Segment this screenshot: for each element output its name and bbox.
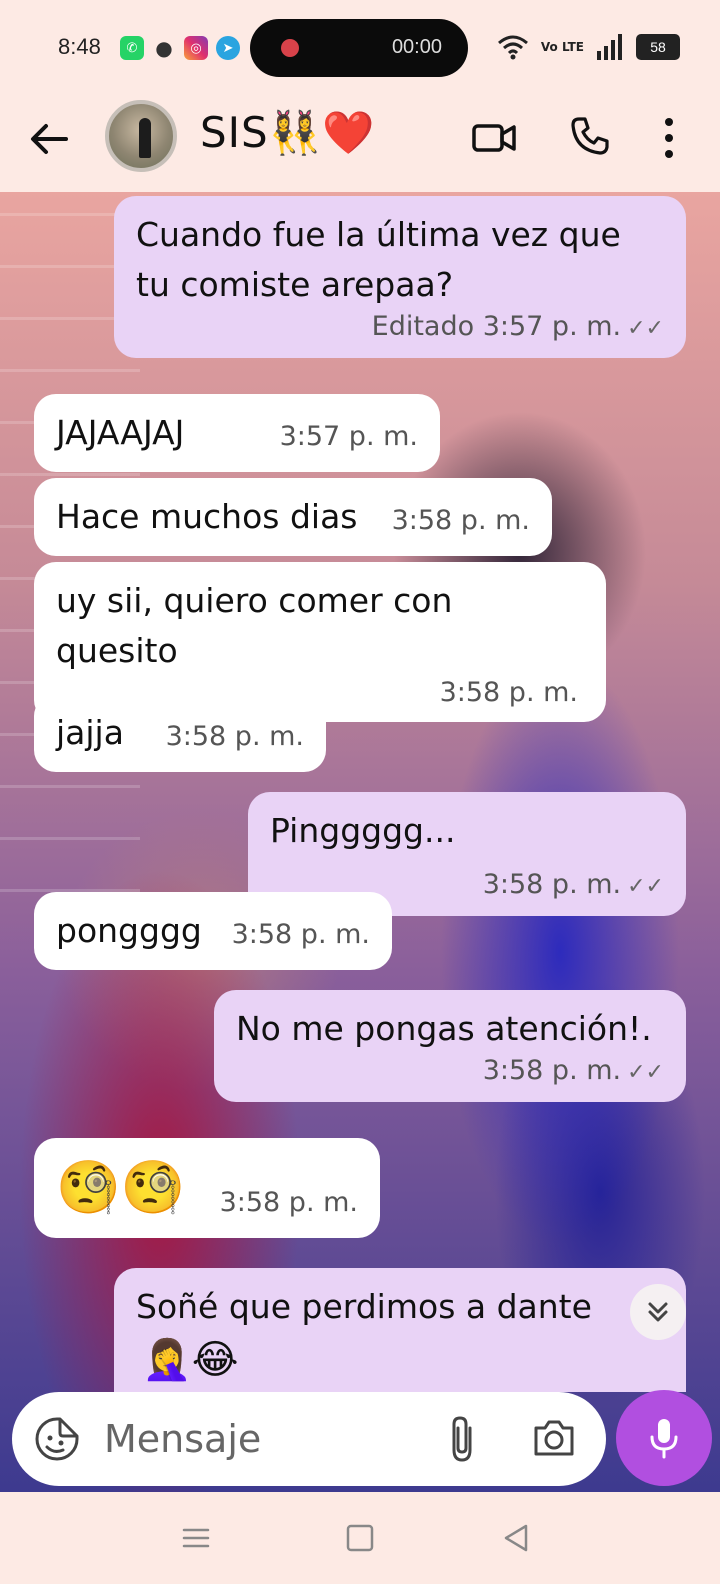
wifi-icon xyxy=(497,35,528,60)
chat-bubble-icon: ● xyxy=(155,36,173,60)
message-timestamp: Editado 3:57 p. m. xyxy=(371,311,622,342)
message-text: Soñé que perdimos a dante xyxy=(136,1287,592,1326)
home-icon[interactable] xyxy=(340,1520,380,1556)
message-timestamp: 3:57 p. m. xyxy=(279,421,418,452)
message-timestamp: 3:58 p. m. xyxy=(231,919,370,950)
system-status: Vo LTE 58 xyxy=(497,34,680,60)
message-emoji: 🧐🧐 xyxy=(56,1158,186,1218)
record-dot-icon xyxy=(281,39,299,57)
contact-name[interactable]: SIS👯‍♀️❤️ xyxy=(200,108,375,158)
message-bubble-incoming[interactable]: JAJAAJAJ 3:57 p. m. xyxy=(34,394,440,472)
message-bubble-outgoing[interactable]: No me pongas atención!. 3:58 p. m. ✓✓ xyxy=(214,990,686,1102)
volte-indicator: Vo LTE xyxy=(540,40,584,54)
status-bar: 8:48 ✆ ● ◎ ➤ 00:00 Vo LTE 58 xyxy=(0,0,720,96)
camera-icon[interactable] xyxy=(532,1418,576,1458)
message-text: No me pongas atención!. xyxy=(236,1009,652,1048)
microphone-icon xyxy=(650,1419,678,1459)
recent-apps-icon[interactable] xyxy=(176,1520,216,1556)
message-composer xyxy=(12,1392,606,1486)
message-bubble-incoming[interactable]: pongggg 3:58 p. m. xyxy=(34,892,392,970)
contact-avatar[interactable] xyxy=(105,100,177,172)
phone-call-icon[interactable] xyxy=(570,116,610,156)
message-text: jajja xyxy=(56,713,124,752)
notification-icons: ✆ ● ◎ ➤ xyxy=(120,36,240,60)
scroll-to-bottom-button[interactable] xyxy=(630,1284,686,1340)
message-timestamp: 3:58 p. m. xyxy=(219,1187,358,1218)
message-timestamp: 3:58 p. m. xyxy=(482,869,622,900)
attach-paperclip-icon[interactable] xyxy=(444,1414,482,1464)
message-text: Cuando fue la última vez que tu comiste … xyxy=(136,215,621,304)
video-call-icon[interactable] xyxy=(472,118,516,158)
telegram-icon: ➤ xyxy=(216,36,240,60)
message-timestamp: 3:58 p. m. xyxy=(165,721,304,752)
instagram-icon: ◎ xyxy=(184,36,208,60)
message-bubble-incoming[interactable]: Hace muchos dias 3:58 p. m. xyxy=(34,478,552,556)
message-text: JAJAAJAJ xyxy=(56,413,185,452)
message-text: uy sii, quiero comer con quesito xyxy=(56,581,453,670)
message-bubble-outgoing[interactable]: Cuando fue la última vez que tu comiste … xyxy=(114,196,686,358)
back-triangle-icon[interactable] xyxy=(496,1520,536,1556)
message-emoji-partial: 🤦‍♀️😂 xyxy=(142,1337,239,1383)
back-arrow-icon[interactable] xyxy=(28,118,70,160)
message-meta: Editado 3:57 p. m. ✓✓ xyxy=(136,312,664,344)
message-meta: 3:58 p. m. ✓✓ xyxy=(236,1056,664,1088)
avatar-photo xyxy=(139,118,151,158)
message-bubble-incoming[interactable]: 🧐🧐 3:58 p. m. xyxy=(34,1138,380,1238)
more-options-icon[interactable] xyxy=(662,116,676,160)
message-text: Hace muchos dias xyxy=(56,497,358,536)
message-text: Pinggggg... xyxy=(270,811,456,850)
message-input[interactable] xyxy=(104,1410,424,1468)
sticker-emoji-icon[interactable] xyxy=(34,1416,80,1462)
read-ticks-icon: ✓✓ xyxy=(627,316,664,341)
signal-icon xyxy=(597,34,622,60)
recording-time: 00:00 xyxy=(391,36,442,58)
message-bubble-incoming[interactable]: jajja 3:58 p. m. xyxy=(34,694,326,772)
message-timestamp: 3:58 p. m. xyxy=(391,505,530,536)
message-timestamp: 3:58 p. m. xyxy=(482,1055,622,1086)
message-text: pongggg xyxy=(56,911,202,950)
chat-area[interactable]: Cuando fue la última vez que tu comiste … xyxy=(0,192,720,1492)
message-meta: 3:58 p. m. ✓✓ xyxy=(483,870,664,902)
whatsapp-icon: ✆ xyxy=(120,36,144,60)
message-bubble-outgoing[interactable]: Soñé que perdimos a dante 🤦‍♀️😂 xyxy=(114,1268,686,1392)
voice-message-button[interactable] xyxy=(616,1390,712,1486)
status-time: 8:48 xyxy=(58,34,101,59)
screen-record-pill[interactable]: 00:00 xyxy=(250,19,468,77)
battery-indicator: 58 xyxy=(636,34,680,60)
system-navigation-bar xyxy=(0,1492,720,1584)
chat-header: SIS👯‍♀️❤️ xyxy=(0,96,720,192)
read-ticks-icon: ✓✓ xyxy=(627,1060,664,1085)
read-ticks-icon: ✓✓ xyxy=(627,874,664,899)
double-chevron-down-icon xyxy=(648,1302,668,1322)
